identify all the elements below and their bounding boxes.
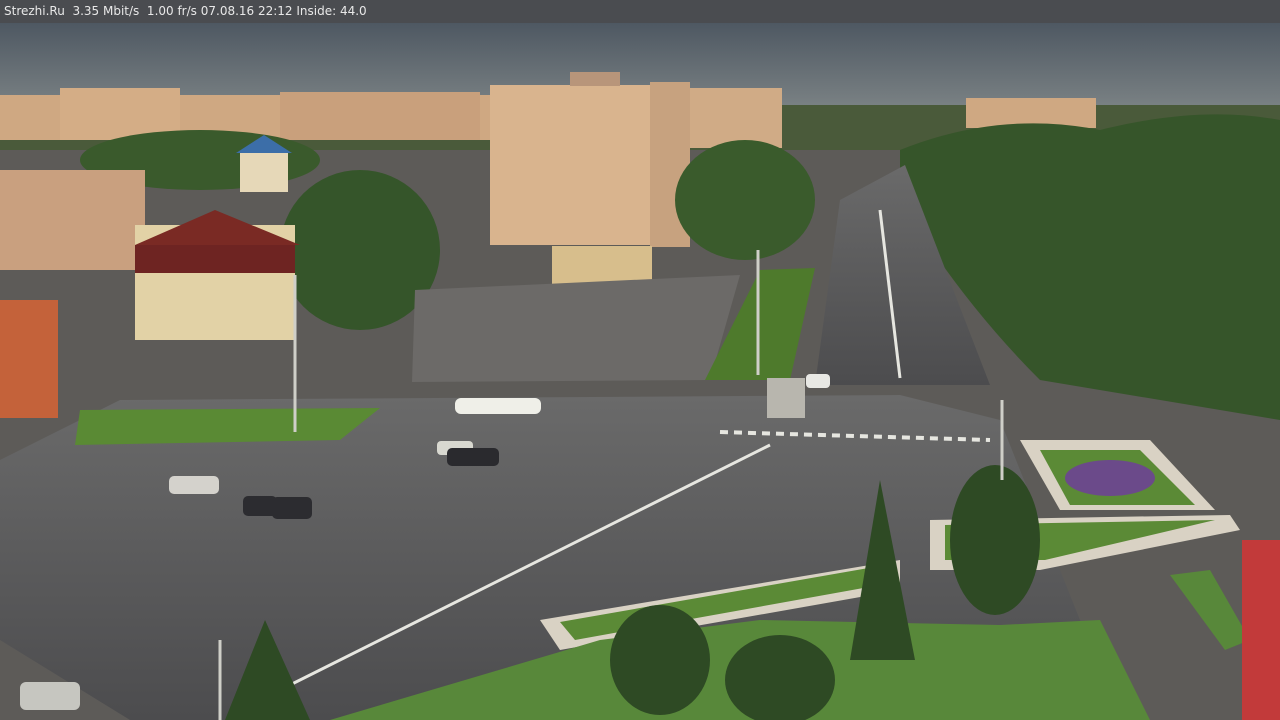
- plaza: [412, 275, 740, 382]
- orange-building-left: [0, 300, 58, 418]
- camera-caption: Strezhi.Ru 3.35 Mbit/s 1.00 fr/s 07.08.1…: [4, 4, 367, 18]
- camera-overlay-bar: Strezhi.Ru 3.35 Mbit/s 1.00 fr/s 07.08.1…: [0, 0, 1280, 23]
- residential-building-left: [0, 170, 145, 270]
- trees-center: [675, 140, 815, 260]
- shop-sign-right: [1242, 540, 1280, 720]
- red-roof-house: [135, 210, 300, 340]
- apartment-blocks-left: [0, 88, 500, 140]
- lawn-left: [75, 408, 380, 445]
- webcam-street-scene: [0, 23, 1280, 720]
